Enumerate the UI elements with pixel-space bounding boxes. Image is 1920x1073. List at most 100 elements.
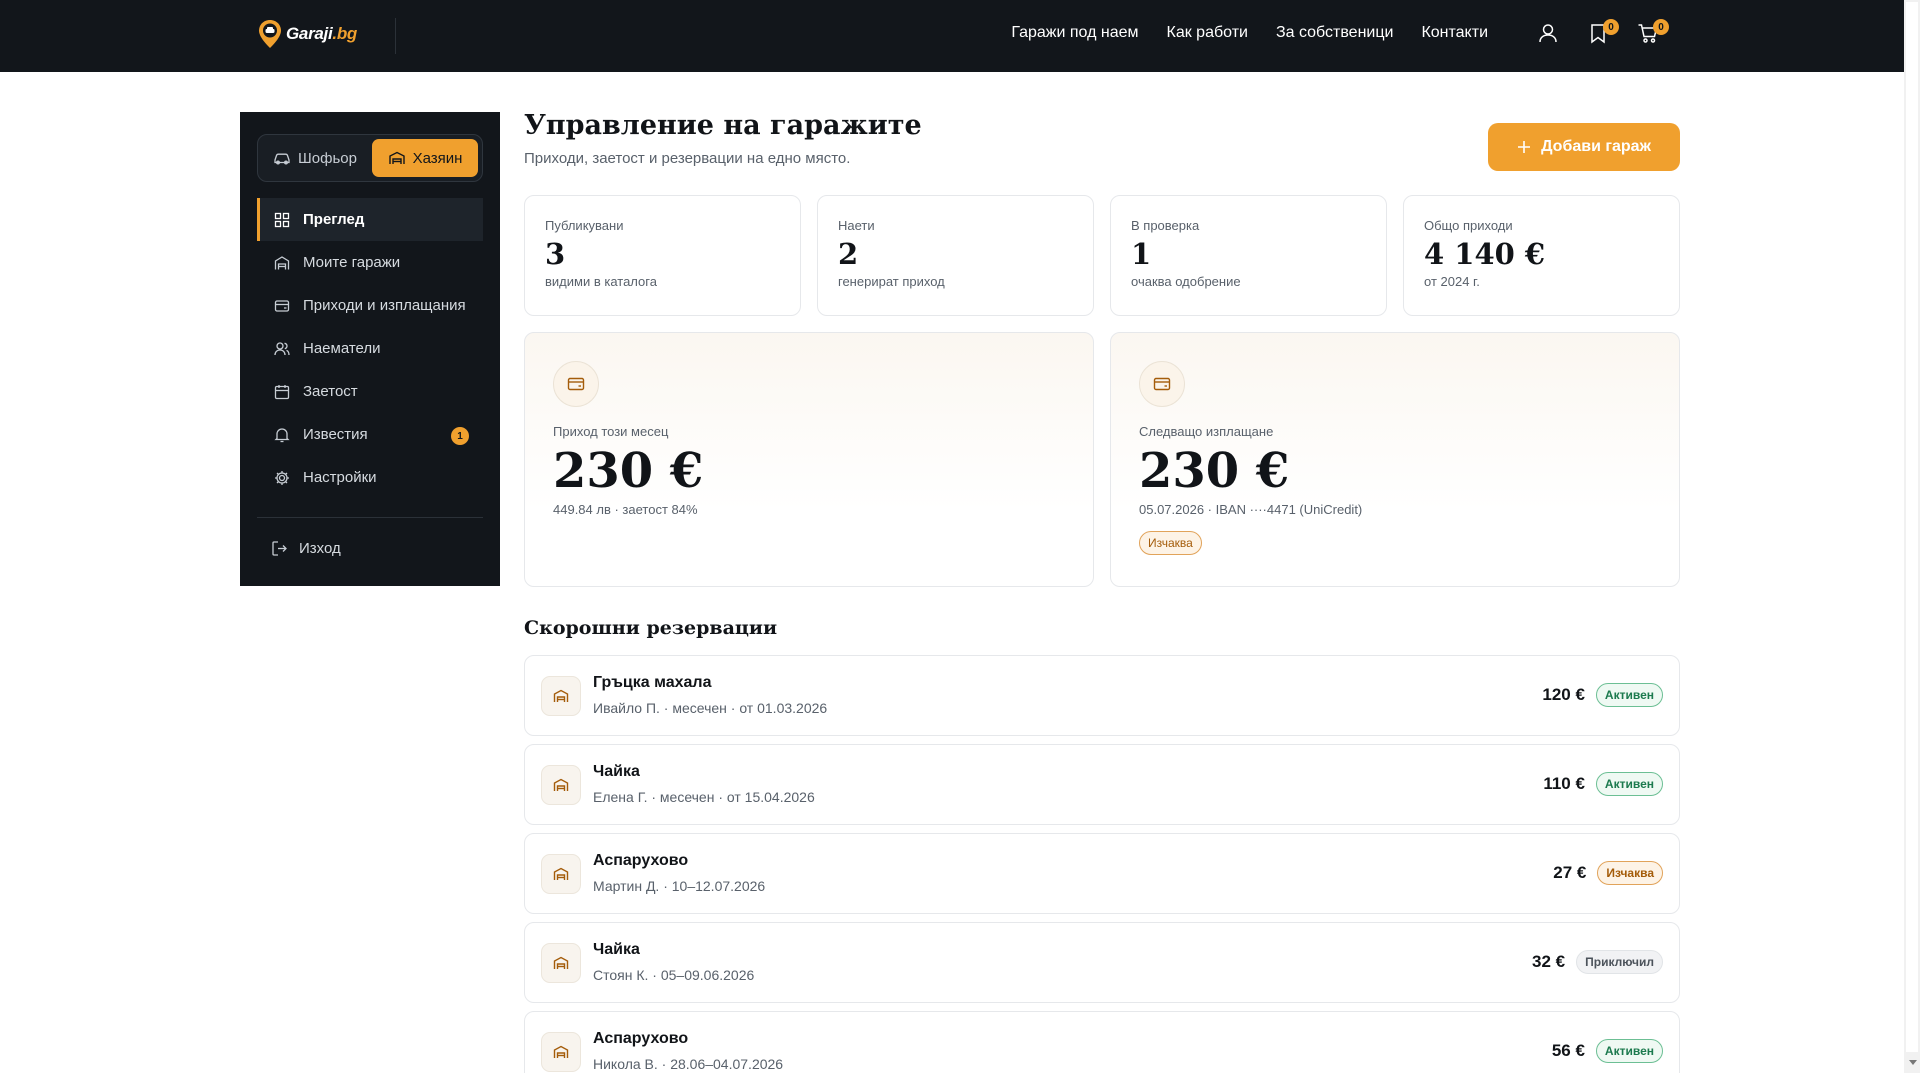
wallet-icon — [274, 299, 290, 312]
role-driver-button[interactable]: Шофьор — [262, 139, 368, 177]
stat-note: от 2024 г. — [1424, 274, 1480, 289]
sidebar-item-label: Наематели — [303, 340, 381, 357]
booking-row[interactable]: Гръцка махала Ивайло П. · месечен · от 0… — [524, 655, 1680, 736]
stat-value: 1 — [1131, 237, 1152, 271]
sidebar-item-label: Моите гаражи — [303, 254, 401, 271]
add-garage-button[interactable]: Добави гараж — [1488, 123, 1680, 171]
car-icon — [274, 153, 290, 165]
main-nav: Гаражи под наем Как работи За собствениц… — [1011, 24, 1488, 42]
stats-row: Публикувани 3 видими в каталога Наети 2 … — [524, 195, 1680, 316]
booking-meta: 120 € Активен — [1542, 683, 1663, 707]
stat-value: 4 140 € — [1424, 237, 1546, 271]
booking-icon-box — [541, 765, 581, 805]
income-note: 449.84 лв · заетост 84% — [553, 502, 698, 517]
garage-icon — [553, 1045, 569, 1058]
payout-label: Следващо изплащане — [1139, 424, 1274, 439]
nav-link-how-it-works[interactable]: Как работи — [1167, 24, 1248, 42]
logout-button[interactable]: Изход — [257, 528, 483, 568]
booking-row[interactable]: Аспарухово Мартин Д. · 10–12.07.2026 27 … — [524, 833, 1680, 914]
stat-card-in-review: В проверка 1 очаква одобрение — [1110, 195, 1387, 316]
payout-card: Следващо изплащане 230 € 05.07.2026 · IB… — [1110, 332, 1680, 587]
sidebar-item-settings[interactable]: Настройки — [257, 456, 483, 499]
booking-row[interactable]: Чайка Стоян К. · 05–09.06.2026 32 € Прик… — [524, 922, 1680, 1003]
logout-label: Изход — [299, 539, 341, 557]
garage-icon — [274, 255, 290, 269]
account-button[interactable] — [1537, 22, 1559, 46]
role-driver-label: Шофьор — [298, 149, 357, 167]
stat-value: 2 — [838, 237, 859, 271]
money-cards: Приход този месец 230 € 449.84 лв · зает… — [524, 332, 1680, 587]
grid-icon — [274, 212, 290, 227]
booking-details: Никола В. · 28.06–04.07.2026 — [593, 1056, 784, 1072]
logo-pin-icon — [259, 20, 281, 48]
payout-icon-circle — [1139, 361, 1185, 407]
sidebar-item-label: Настройки — [303, 469, 377, 486]
scrollbar-thumb[interactable] — [1906, 2, 1918, 1052]
garage-icon — [553, 778, 569, 791]
booking-meta: 56 € Активен — [1552, 1039, 1663, 1063]
nav-link-garages-for-rent[interactable]: Гаражи под наем — [1011, 24, 1138, 42]
booking-status-badge: Изчаква — [1597, 861, 1663, 885]
income-value: 230 € — [553, 443, 704, 499]
booking-row[interactable]: Аспарухово Никола В. · 28.06–04.07.2026 … — [524, 1011, 1680, 1073]
garage-icon — [553, 689, 569, 702]
wishlist-button[interactable]: 0 — [1587, 19, 1619, 46]
booking-title: Чайка — [593, 763, 640, 780]
booking-details: Мартин Д. · 10–12.07.2026 — [593, 878, 766, 894]
garage-icon — [553, 867, 569, 880]
sidebar-item-overview[interactable]: Преглед — [257, 198, 483, 241]
booking-price: 110 € — [1543, 774, 1585, 793]
sidebar-item-income[interactable]: Приходи и изплащания — [257, 284, 483, 327]
stat-label: Общо приходи — [1424, 218, 1513, 233]
booking-details: Елена Г. · месечен · от 15.04.2026 — [593, 789, 815, 805]
role-owner-button[interactable]: Хазяин — [372, 139, 478, 177]
booking-title: Гръцка махала — [593, 674, 712, 691]
role-owner-label: Хазяин — [412, 149, 463, 167]
income-label: Приход този месец — [553, 424, 669, 439]
users-icon — [274, 341, 290, 355]
booking-price: 120 € — [1542, 685, 1585, 704]
stat-label: Наети — [838, 218, 875, 233]
calendar-icon — [274, 384, 290, 399]
role-switch: Шофьор Хазяин — [257, 134, 483, 182]
sidebar-item-my-garages[interactable]: Моите гаражи — [257, 241, 483, 284]
page-subtitle: Приходи, заетост и резервации на едно мя… — [524, 150, 851, 167]
stat-label: Публикувани — [545, 218, 624, 233]
sidebar-item-notifications[interactable]: Известия 1 — [257, 413, 483, 456]
sidebar-item-occupancy[interactable]: Заетост — [257, 370, 483, 413]
nav-link-contacts[interactable]: Контакти — [1421, 24, 1488, 42]
brand-logo[interactable]: Garaji.bg — [258, 19, 357, 49]
plus-icon — [1518, 141, 1531, 153]
stat-value: 3 — [545, 237, 566, 271]
sidebar-item-tenants[interactable]: Наематели — [257, 327, 483, 370]
cart-count-badge: 0 — [1653, 19, 1669, 35]
booking-price: 32 € — [1532, 952, 1566, 971]
logout-icon — [272, 540, 287, 556]
booking-row[interactable]: Чайка Елена Г. · месечен · от 15.04.2026… — [524, 744, 1680, 825]
stat-note: генерират приход — [838, 274, 945, 289]
notifications-count-badge: 1 — [451, 427, 469, 445]
wallet-icon — [1153, 377, 1171, 391]
sidebar-item-label: Известия — [303, 426, 368, 443]
booking-icon-box — [541, 676, 581, 716]
cart-button[interactable]: 0 — [1637, 19, 1669, 46]
scroll-down-arrow-icon[interactable] — [1909, 1060, 1917, 1065]
wishlist-count-badge: 0 — [1603, 19, 1619, 35]
payout-value: 230 € — [1139, 443, 1290, 499]
booking-status-badge: Приключил — [1576, 950, 1663, 974]
sidebar-item-label: Приходи и изплащания — [303, 297, 466, 314]
booking-meta: 110 € Активен — [1543, 772, 1663, 796]
garage-icon — [553, 956, 569, 969]
booking-meta: 27 € Изчаква — [1553, 861, 1663, 885]
payout-note: 05.07.2026 · IBAN ····4471 (UniCredit) — [1139, 502, 1363, 517]
sidebar: Шофьор Хазяин Преглед Моите гаражи Прихо… — [240, 112, 500, 586]
stat-note: видими в каталога — [545, 274, 657, 289]
sidebar-item-label: Заетост — [303, 383, 358, 400]
header-actions: 0 0 — [1537, 19, 1669, 46]
brand-suffix: .bg — [332, 24, 357, 43]
nav-link-for-owners[interactable]: За собственици — [1276, 24, 1394, 42]
stat-card-published: Публикувани 3 видими в каталога — [524, 195, 801, 316]
add-garage-label: Добави гараж — [1541, 138, 1651, 155]
user-icon — [1539, 24, 1557, 43]
wallet-icon — [567, 377, 585, 391]
